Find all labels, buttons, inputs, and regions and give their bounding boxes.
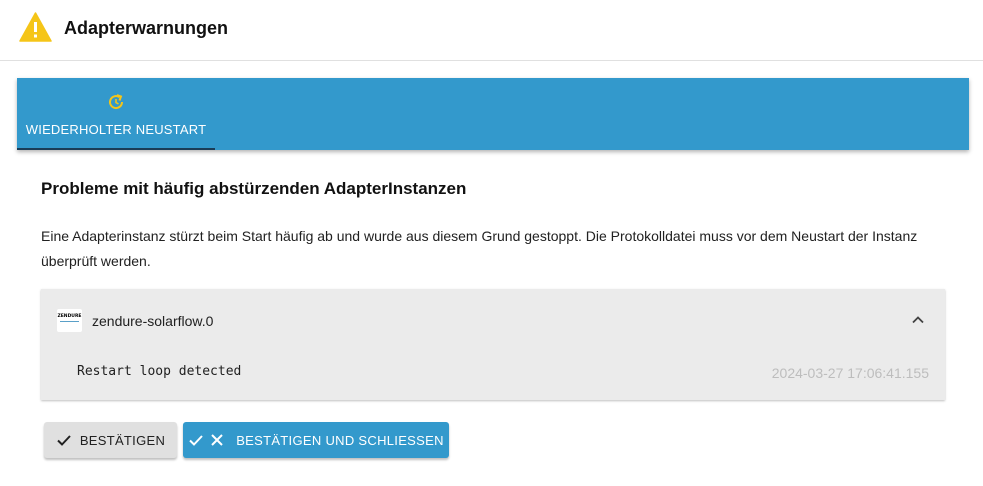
close-icon — [211, 434, 223, 446]
instance-accordion[interactable]: ZENDURE zendure-solarflow.0 Restart loop… — [41, 289, 945, 400]
dialog-header: Adapterwarnungen — [0, 0, 983, 61]
confirm-button-label: BESTÄTIGEN — [79, 432, 166, 448]
adapter-logo-underline — [60, 321, 79, 322]
instance-name: zendure-solarflow.0 — [92, 313, 214, 329]
restart-icon — [109, 94, 124, 110]
tab-restart-loop[interactable]: WIEDERHOLTER NEUSTART — [17, 78, 215, 150]
section-heading: Probleme mit häufig abstürzenden Adapter… — [41, 179, 467, 198]
confirm-and-close-button[interactable]: BESTÄTIGEN UND SCHLIESSEN — [183, 422, 449, 458]
adapter-logo: ZENDURE — [57, 309, 82, 332]
confirm-and-close-button-label: BESTÄTIGEN UND SCHLIESSEN — [236, 432, 444, 448]
log-timestamp: 2024-03-27 17:06:41.155 — [771, 365, 929, 381]
tab-bar: WIEDERHOLTER NEUSTART — [17, 78, 969, 150]
log-message: Restart loop detected — [77, 364, 242, 379]
tab-selected-indicator — [17, 148, 215, 150]
tab-label: WIEDERHOLTER NEUSTART — [25, 122, 207, 137]
dialog-title: Adapterwarnungen — [64, 18, 229, 38]
confirm-button[interactable]: BESTÄTIGEN — [44, 422, 177, 458]
check-icon — [57, 435, 71, 446]
warning-icon — [19, 12, 52, 42]
section-description: Eine Adapterinstanz stürzt beim Start hä… — [41, 228, 918, 269]
chevron-up-icon[interactable] — [911, 313, 925, 327]
adapter-logo-text: ZENDURE — [57, 314, 82, 319]
check-icon — [189, 435, 203, 446]
